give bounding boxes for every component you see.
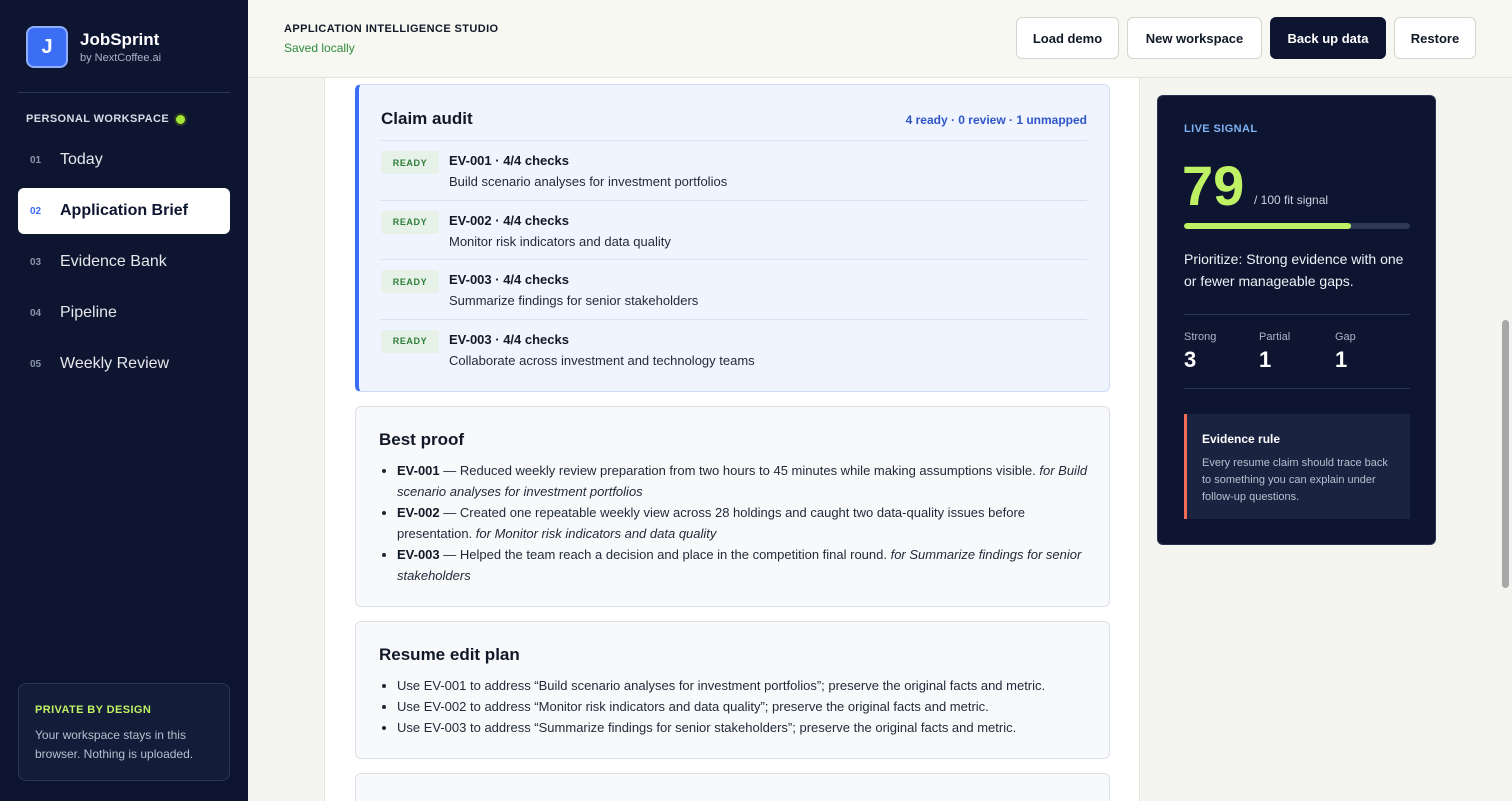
list-item: Use EV-001 to address “Build scenario an… bbox=[397, 675, 1097, 696]
sidebar: J JobSprint by NextCoffee.ai PERSONAL WO… bbox=[0, 0, 248, 801]
fit-progress-fill bbox=[1184, 223, 1352, 229]
fit-score-unit: / 100 fit signal bbox=[1254, 193, 1329, 207]
load-demo-button[interactable]: Load demo bbox=[1016, 17, 1119, 59]
stat-label: Partial bbox=[1259, 331, 1291, 343]
sidebar-nav: 01 Today 02 Application Brief 03 Evidenc… bbox=[18, 137, 230, 392]
sidebar-item-today[interactable]: 01 Today bbox=[18, 137, 230, 183]
claim-row-title: EV-001 · 4/4 checks bbox=[449, 153, 569, 168]
divider bbox=[1184, 314, 1410, 315]
sidebar-item-application-brief[interactable]: 02 Application Brief bbox=[18, 188, 230, 234]
logo-icon: J bbox=[26, 26, 68, 68]
claim-row-description: Summarize findings for senior stakeholde… bbox=[449, 293, 699, 308]
evidence-id: EV-003 bbox=[397, 547, 440, 562]
claim-row-title: EV-003 · 4/4 checks bbox=[449, 272, 569, 287]
resume-edit-plan-list: Use EV-001 to address “Build scenario an… bbox=[397, 675, 1097, 738]
stat-partial: Partial 1 bbox=[1259, 331, 1290, 373]
claim-audit-card: Claim audit 4 ready · 0 review · 1 unmap… bbox=[355, 84, 1110, 392]
list-item: EV-001 — Reduced weekly review preparati… bbox=[397, 460, 1097, 502]
nav-label: Weekly Review bbox=[60, 355, 170, 372]
ready-badge: READY bbox=[381, 151, 439, 174]
live-signal-label: LIVE SIGNAL bbox=[1184, 123, 1258, 135]
nav-label: Pipeline bbox=[60, 304, 117, 321]
nav-label: Today bbox=[60, 151, 103, 168]
list-item: EV-002 — Created one repeatable weekly v… bbox=[397, 502, 1097, 544]
stat-label: Gap bbox=[1335, 331, 1356, 343]
evidence-rule-callout: Evidence rule Every resume claim should … bbox=[1184, 414, 1410, 519]
best-proof-card: Best proof EV-001 — Reduced weekly revie… bbox=[355, 406, 1110, 607]
claim-row: READY EV-001 · 4/4 checks Build scenario… bbox=[381, 140, 1087, 200]
evidence-text: — Reduced weekly review preparation from… bbox=[439, 463, 1040, 478]
nav-label: Application Brief bbox=[60, 202, 189, 219]
ready-badge: READY bbox=[381, 210, 439, 234]
live-signal-panel: LIVE SIGNAL 79 / 100 fit signal Prioriti… bbox=[1157, 95, 1436, 545]
stat-label: Strong bbox=[1184, 331, 1217, 343]
claim-row-description: Collaborate across investment and techno… bbox=[449, 352, 755, 368]
evidence-rule-text: Every resume claim should trace back to … bbox=[1202, 457, 1388, 503]
claim-audit-title: Claim audit bbox=[381, 109, 473, 128]
claim-audit-summary: 4 ready · 0 review · 1 unmapped bbox=[905, 113, 1087, 127]
nav-number: 03 bbox=[30, 256, 42, 268]
evidence-text: — Helped the team reach a decision and p… bbox=[439, 547, 891, 562]
claim-row: READY EV-002 · 4/4 checks Monitor risk i… bbox=[381, 199, 1087, 260]
claim-row-title: EV-003 · 4/4 checks bbox=[449, 331, 569, 347]
nav-number: 04 bbox=[30, 307, 42, 319]
evidence-id: EV-001 bbox=[397, 463, 440, 478]
main-content: Claim audit 4 ready · 0 review · 1 unmap… bbox=[324, 78, 1140, 801]
sidebar-item-pipeline[interactable]: 04 Pipeline bbox=[18, 290, 230, 336]
claim-audit-list: READY EV-001 · 4/4 checks Build scenario… bbox=[381, 140, 1087, 378]
stat-value: 3 bbox=[1184, 347, 1197, 372]
stat-gap: Gap 1 bbox=[1335, 331, 1356, 373]
ready-badge: READY bbox=[381, 270, 439, 293]
privacy-card: PRIVATE BY DESIGN Your workspace stays i… bbox=[18, 683, 230, 781]
claim-row-description: Build scenario analyses for investment p… bbox=[449, 174, 728, 189]
list-item: EV-003 — Helped the team reach a decisio… bbox=[397, 544, 1097, 586]
resume-edit-plan-title: Resume edit plan bbox=[379, 645, 520, 664]
page-scrollbar[interactable] bbox=[1502, 320, 1509, 588]
next-card bbox=[355, 773, 1110, 801]
brand[interactable]: J JobSprint by NextCoffee.ai bbox=[26, 26, 161, 68]
resume-edit-plan-card: Resume edit plan Use EV-001 to address “… bbox=[355, 621, 1110, 759]
evidence-target: for Monitor risk indicators and data qua… bbox=[475, 526, 717, 541]
claim-row-description: Monitor risk indicators and data quality bbox=[449, 233, 671, 249]
signal-recommendation: Prioritize: Strong evidence with one or … bbox=[1184, 251, 1404, 289]
best-proof-title: Best proof bbox=[379, 430, 464, 449]
brand-subtitle: by NextCoffee.ai bbox=[80, 51, 162, 64]
sidebar-item-evidence-bank[interactable]: 03 Evidence Bank bbox=[18, 239, 230, 285]
evidence-rule-title: Evidence rule bbox=[1202, 432, 1281, 446]
nav-number: 01 bbox=[30, 154, 42, 166]
top-header: APPLICATION INTELLIGENCE STUDIO Saved lo… bbox=[248, 0, 1512, 78]
stat-value: 1 bbox=[1335, 347, 1348, 372]
restore-button[interactable]: Restore bbox=[1394, 17, 1476, 59]
list-item: Use EV-002 to address “Monitor risk indi… bbox=[397, 696, 1097, 717]
claim-row: READY EV-003 · 4/4 checks Collaborate ac… bbox=[381, 318, 1087, 379]
nav-label: Evidence Bank bbox=[60, 253, 167, 270]
evidence-id: EV-002 bbox=[397, 505, 440, 520]
save-status: Saved locally bbox=[284, 41, 355, 55]
sidebar-item-weekly-review[interactable]: 05 Weekly Review bbox=[18, 341, 230, 387]
privacy-title: PRIVATE BY DESIGN bbox=[35, 704, 152, 716]
nav-number: 05 bbox=[30, 358, 42, 370]
ready-badge: READY bbox=[381, 329, 439, 353]
workspace-label: PERSONAL WORKSPACE bbox=[26, 113, 186, 125]
new-workspace-button[interactable]: New workspace bbox=[1127, 17, 1262, 59]
stat-strong: Strong 3 bbox=[1184, 331, 1216, 373]
divider bbox=[1184, 388, 1410, 389]
claim-row: READY EV-003 · 4/4 checks Summarize find… bbox=[381, 259, 1087, 319]
privacy-text: Your workspace stays in this browser. No… bbox=[35, 728, 194, 761]
workspace-label-text: PERSONAL WORKSPACE bbox=[26, 113, 170, 125]
best-proof-list: EV-001 — Reduced weekly review preparati… bbox=[397, 460, 1097, 586]
brand-name: JobSprint bbox=[80, 29, 160, 49]
sidebar-divider bbox=[18, 92, 230, 93]
list-item: Use EV-003 to address “Summarize finding… bbox=[397, 717, 1097, 738]
stat-value: 1 bbox=[1259, 347, 1272, 372]
fit-score: 79 bbox=[1182, 154, 1245, 217]
nav-number: 02 bbox=[30, 205, 42, 217]
status-dot-icon bbox=[176, 114, 186, 124]
fit-progress-bar bbox=[1184, 223, 1410, 229]
back-up-data-button[interactable]: Back up data bbox=[1270, 17, 1386, 59]
page-title: APPLICATION INTELLIGENCE STUDIO bbox=[284, 23, 499, 35]
claim-row-title: EV-002 · 4/4 checks bbox=[449, 212, 569, 228]
